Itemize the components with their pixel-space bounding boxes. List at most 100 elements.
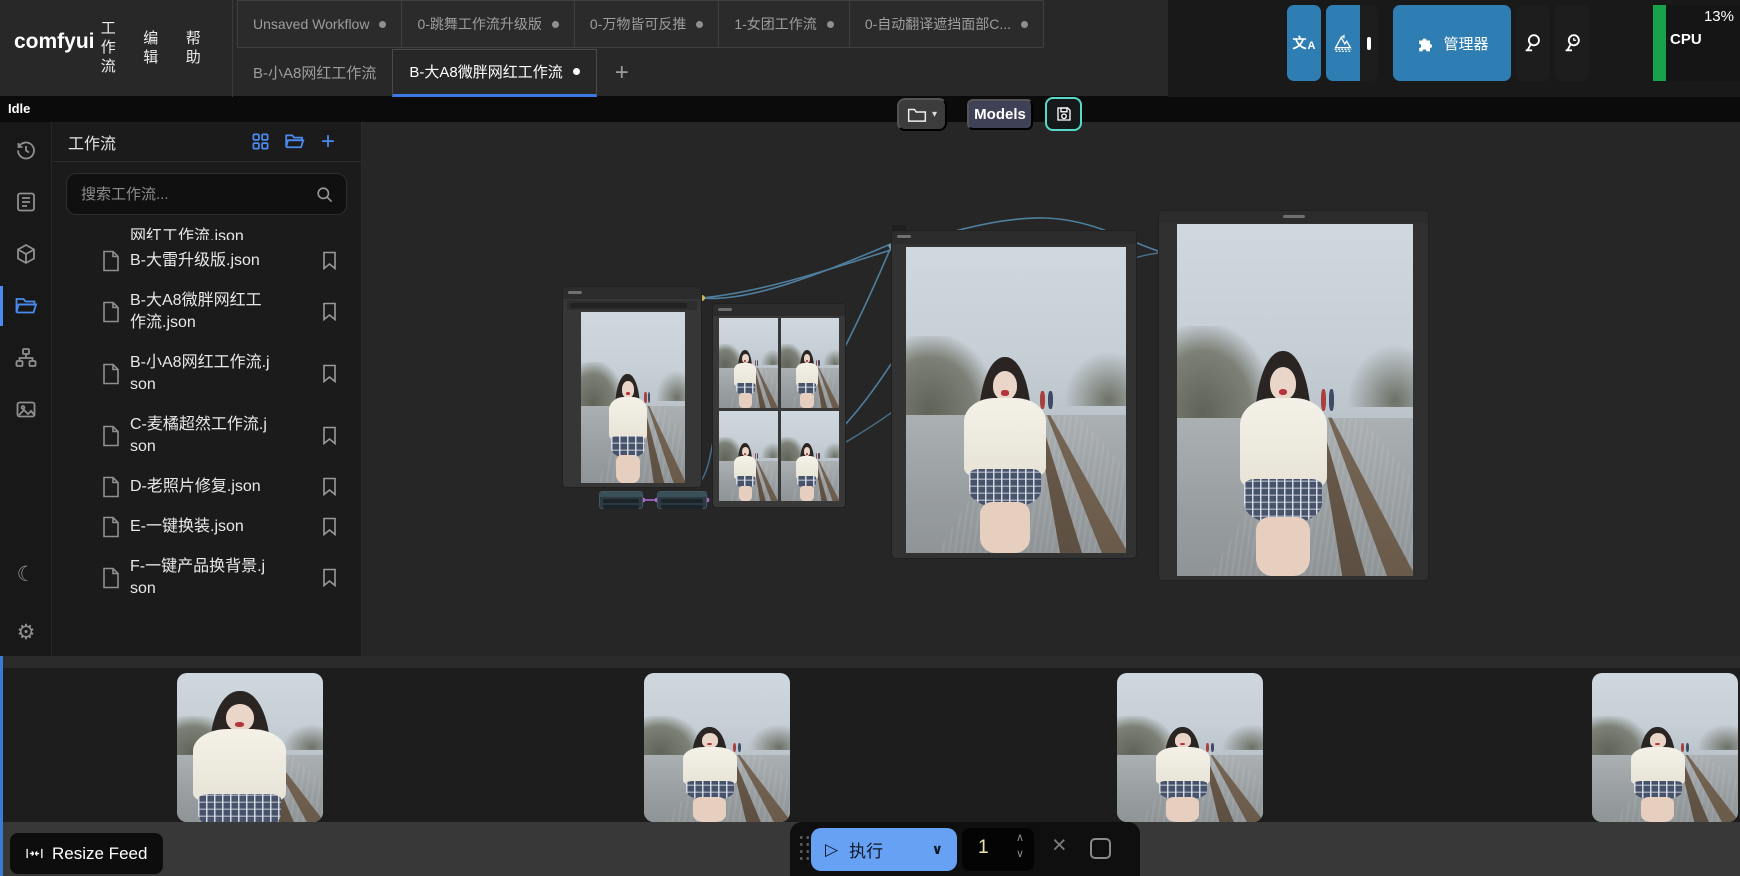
templates-tab[interactable] — [0, 338, 52, 378]
batch-count-stepper[interactable]: ∧ ∨ — [1016, 831, 1024, 863]
workflow-folder-button[interactable]: ▾ — [897, 98, 947, 131]
step-up-icon[interactable]: ∧ — [1016, 831, 1024, 846]
preview-image-node[interactable] — [1158, 210, 1429, 581]
feed-image[interactable] — [644, 673, 790, 822]
workflow-list-item[interactable]: B-大雷升级版.json — [52, 242, 361, 280]
photo-person — [1146, 727, 1219, 822]
photo-legs — [693, 797, 727, 822]
node-library-tab[interactable] — [0, 182, 52, 222]
clear-queue-button[interactable]: × — [1046, 832, 1073, 859]
photo-legs — [800, 393, 813, 408]
menu-help[interactable]: 帮助 — [185, 30, 202, 68]
photo-lips — [1279, 389, 1287, 395]
batch-count-value[interactable]: 1 — [978, 837, 989, 859]
workflow-list-item[interactable]: C-麦橘超然工作流.json — [52, 406, 361, 466]
search-icon — [315, 185, 334, 204]
preview-image-node[interactable] — [891, 230, 1137, 559]
workflow-tab[interactable]: 0-自动翻译遮挡面部C... — [849, 0, 1044, 48]
bookmark-icon[interactable] — [322, 251, 337, 270]
node-canvas[interactable] — [362, 122, 1740, 656]
grid-image — [781, 318, 840, 408]
photo-face — [804, 354, 810, 363]
search-input[interactable] — [79, 185, 315, 204]
stop-button[interactable] — [1090, 838, 1111, 859]
batch-preview-node[interactable] — [712, 303, 846, 508]
node-title-bar[interactable] — [563, 287, 701, 299]
collapsed-node[interactable] — [657, 491, 707, 509]
workflow-list-item[interactable]: B-小A8网红工作流.json — [52, 344, 361, 404]
generated-image — [906, 247, 1126, 553]
collapse-button[interactable] — [1360, 5, 1378, 81]
feed-image[interactable] — [1117, 673, 1263, 822]
bookmark-icon[interactable] — [322, 426, 337, 445]
bookmark-icon[interactable] — [322, 517, 337, 536]
menu-edit[interactable]: 编辑 — [143, 30, 160, 68]
unsaved-dot-icon — [573, 68, 580, 75]
drag-handle[interactable] — [798, 834, 811, 864]
cpu-usage-bar — [1653, 5, 1666, 81]
workflow-tab[interactable]: B-小A8网红工作流 — [237, 49, 392, 97]
models-button[interactable]: Models — [967, 99, 1033, 130]
free-memory-button[interactable] — [1555, 5, 1589, 81]
unload-models-button[interactable] — [1516, 5, 1550, 81]
grid-image — [719, 318, 778, 408]
gallery-tab[interactable] — [0, 390, 52, 430]
chevron-down-icon: ▾ — [932, 109, 937, 120]
workflow-list-item[interactable]: 网红工作流.json — [52, 224, 361, 240]
workflow-tab[interactable]: Unsaved Workflow — [237, 0, 402, 48]
theme-toggle[interactable]: ☾ — [0, 554, 52, 594]
mountain-button[interactable] — [1326, 5, 1360, 81]
photo-legs — [1256, 517, 1310, 576]
node-widget[interactable] — [567, 301, 697, 310]
new-workflow-button[interactable]: + — [311, 128, 345, 156]
app-logo[interactable]: comfyui — [14, 30, 95, 54]
node-title-bar[interactable] — [1159, 211, 1428, 223]
folder-icon — [907, 106, 927, 123]
grid-view-button[interactable] — [243, 128, 277, 156]
bookmark-icon[interactable] — [322, 477, 337, 496]
manager-button[interactable]: 管理器 — [1393, 5, 1511, 81]
workflow-file-name: B-大雷升级版.json — [130, 250, 270, 272]
translate-icon: 文 — [1293, 33, 1307, 53]
bookmark-icon[interactable] — [322, 364, 337, 383]
run-options-chevron-icon[interactable]: ∨ — [932, 841, 943, 858]
workflow-list-item[interactable]: F-一键产品换背景.json — [52, 548, 361, 608]
workflow-list-item[interactable]: B-大A8微胖网红工作流.json — [52, 282, 361, 342]
resize-feed-button[interactable]: Resize Feed — [10, 833, 163, 874]
save-workflow-button[interactable] — [1045, 97, 1082, 131]
collapsed-node[interactable] — [599, 491, 643, 509]
workflows-tab[interactable] — [0, 286, 52, 326]
header-actions: 文A 管理器 — [1287, 5, 1589, 81]
node-title-text — [897, 235, 911, 238]
workflow-tab[interactable]: 1-女团工作流 — [718, 0, 849, 48]
workflow-tab[interactable]: 0-万物皆可反推 — [574, 0, 719, 48]
step-down-icon[interactable]: ∨ — [1016, 847, 1024, 862]
node-title-bar[interactable] — [713, 304, 845, 316]
preview-image-node[interactable] — [562, 286, 702, 488]
menu-workflow[interactable]: 工作流 — [100, 20, 117, 76]
tab-label: B-大A8微胖网红工作流 — [409, 61, 562, 82]
workflow-list-item[interactable]: D-老照片修复.json — [52, 468, 361, 506]
bookmark-icon[interactable] — [322, 302, 337, 321]
workflow-tab[interactable]: B-大A8微胖网红工作流 — [392, 49, 596, 97]
photo-art — [177, 673, 323, 822]
workflow-file-name: C-麦橘超然工作流.json — [130, 414, 270, 458]
feed-image[interactable] — [177, 673, 323, 822]
workflow-list-item[interactable]: E-一键换装.json — [52, 508, 361, 546]
history-tab[interactable] — [0, 130, 52, 170]
translate-button[interactable]: 文A — [1287, 5, 1321, 81]
tab-label: Unsaved Workflow — [253, 16, 369, 32]
feed-image[interactable] — [1592, 673, 1738, 822]
browse-workflows-button[interactable] — [277, 128, 311, 156]
bookmark-icon[interactable] — [322, 568, 337, 587]
new-tab-button[interactable]: + — [605, 56, 639, 90]
run-button[interactable]: ▷ 执行 ∨ — [811, 828, 957, 871]
open-folder-icon — [284, 131, 305, 152]
batch-count-field[interactable]: 1 ∧ ∨ — [962, 828, 1034, 871]
settings-button[interactable]: ⚙ — [0, 612, 52, 652]
node-title-bar[interactable] — [892, 231, 1136, 244]
photo-person — [950, 357, 1060, 553]
photo-legs — [739, 486, 752, 501]
workflow-tab[interactable]: 0-跳舞工作流升级版 — [401, 0, 574, 48]
model-library-tab[interactable] — [0, 234, 52, 274]
